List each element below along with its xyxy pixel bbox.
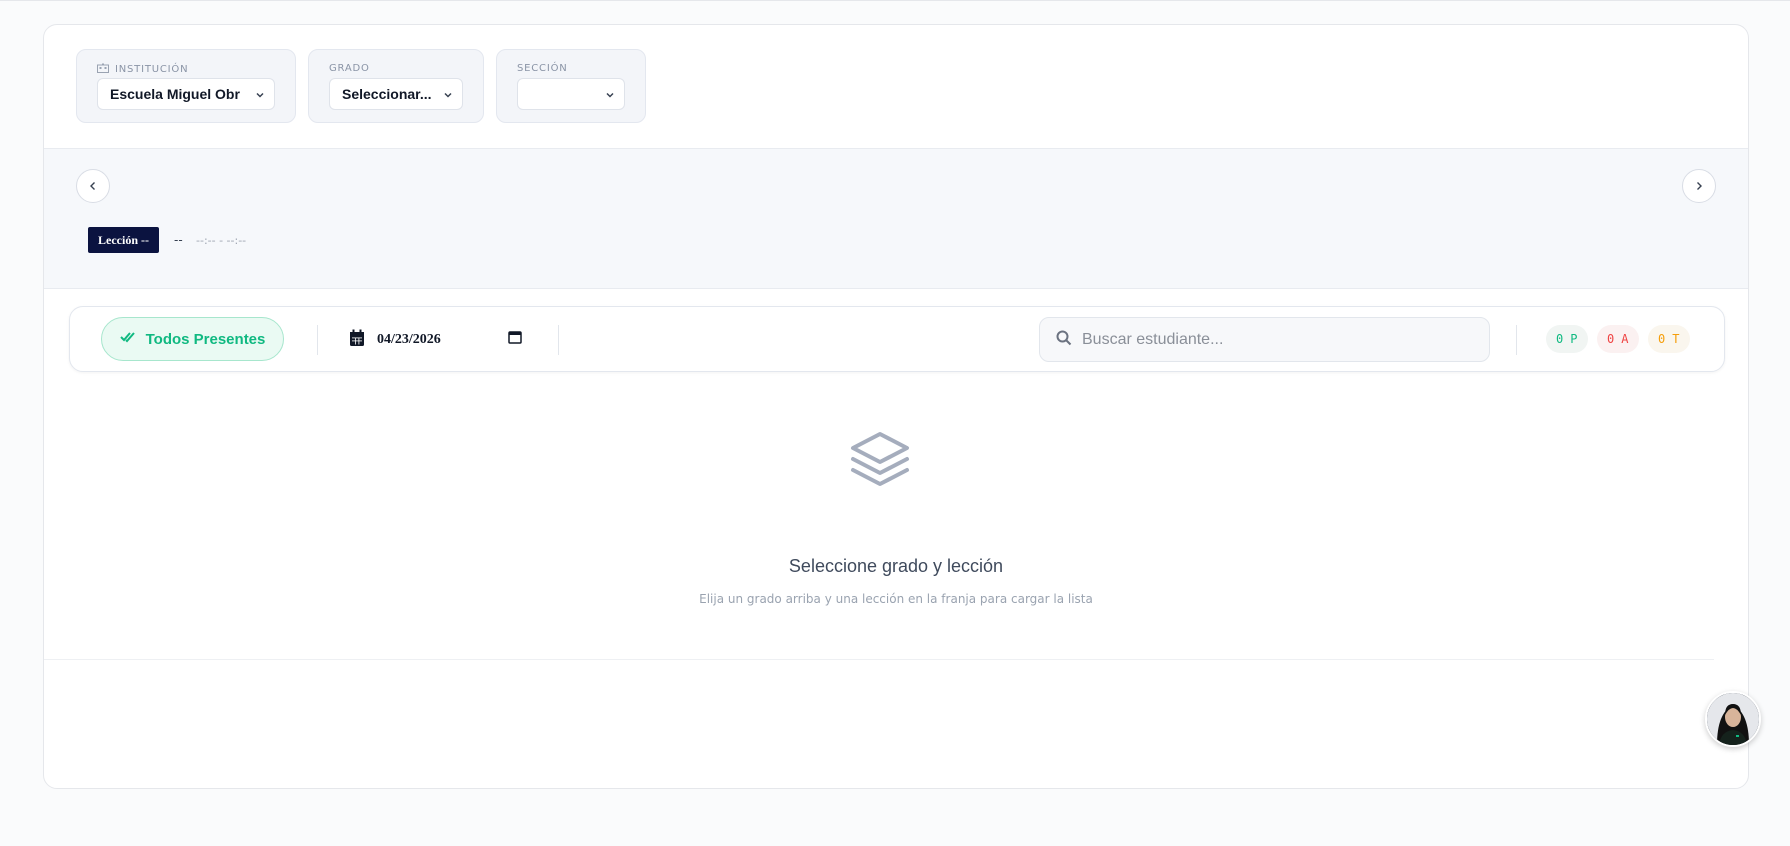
divider: [317, 325, 318, 355]
institution-value: Escuela Miguel Obr: [110, 86, 240, 102]
section-filter: SECCIÓN: [496, 49, 646, 123]
institution-select[interactable]: Escuela Miguel Obr: [97, 78, 275, 110]
absent-letter: A: [1621, 332, 1630, 346]
lesson-badge[interactable]: Lección --: [88, 227, 159, 253]
all-present-button[interactable]: Todos Presentes: [101, 317, 284, 361]
building-icon: [97, 63, 109, 76]
search-input[interactable]: [1082, 330, 1462, 349]
all-present-label: Todos Presentes: [145, 330, 266, 348]
institution-label-wrap: INSTITUCIÓN: [97, 63, 188, 76]
attendance-card: INSTITUCIÓN Escuela Miguel Obr GRADO Sel…: [43, 24, 1749, 789]
chevron-down-icon: [604, 88, 616, 104]
institution-filter: INSTITUCIÓN Escuela Miguel Obr: [76, 49, 296, 123]
empty-state-subtitle: Elija un grado arriba y una lección en l…: [699, 592, 1093, 606]
late-letter: T: [1672, 332, 1681, 346]
layers-icon: [849, 429, 911, 495]
calendar-icon: [349, 329, 365, 351]
prev-lesson-button[interactable]: [76, 169, 110, 203]
attendance-toolbar: Todos Presentes 04/23/2026 0 P 0 A: [69, 306, 1725, 372]
double-check-icon: [119, 330, 136, 348]
assistant-avatar[interactable]: [1705, 691, 1761, 747]
date-field[interactable]: 04/23/2026: [349, 328, 441, 352]
lesson-name: --: [174, 233, 183, 247]
divider: [558, 325, 559, 355]
present-count: 0: [1556, 332, 1565, 346]
chevron-down-icon: [442, 88, 454, 104]
lesson-strip: Lección -- -- --:-- - --:--: [44, 148, 1748, 289]
section-label: SECCIÓN: [517, 63, 568, 74]
late-count-badge: 0 T: [1648, 325, 1691, 353]
section-label-wrap: SECCIÓN: [517, 63, 568, 74]
divider: [44, 659, 1714, 660]
late-count: 0: [1658, 332, 1667, 346]
filters-row: INSTITUCIÓN Escuela Miguel Obr GRADO Sel…: [44, 25, 1748, 148]
present-letter: P: [1570, 332, 1579, 346]
chevron-left-icon: [87, 177, 99, 196]
chevron-down-icon: [254, 88, 266, 104]
empty-state-title: Seleccione grado y lección: [788, 556, 1004, 576]
present-count-badge: 0 P: [1546, 325, 1589, 353]
grade-filter: GRADO Seleccionar...: [308, 49, 484, 123]
absent-count: 0: [1607, 332, 1616, 346]
section-select[interactable]: [517, 78, 625, 110]
chevron-right-icon: [1693, 177, 1705, 196]
grade-label: GRADO: [329, 63, 370, 74]
divider: [1516, 325, 1517, 355]
grade-value: Seleccionar...: [342, 86, 432, 102]
institution-label: INSTITUCIÓN: [115, 64, 189, 75]
grade-label-wrap: GRADO: [329, 63, 370, 74]
top-divider: [0, 0, 1790, 1]
date-value: 04/23/2026: [377, 332, 441, 347]
date-picker-icon[interactable]: [508, 329, 522, 348]
grade-select[interactable]: Seleccionar...: [329, 78, 463, 110]
next-lesson-button[interactable]: [1682, 169, 1716, 203]
lesson-time: --:-- - --:--: [196, 234, 247, 247]
search-icon: [1056, 330, 1072, 350]
absent-count-badge: 0 A: [1597, 325, 1640, 353]
student-search: [1039, 317, 1490, 362]
